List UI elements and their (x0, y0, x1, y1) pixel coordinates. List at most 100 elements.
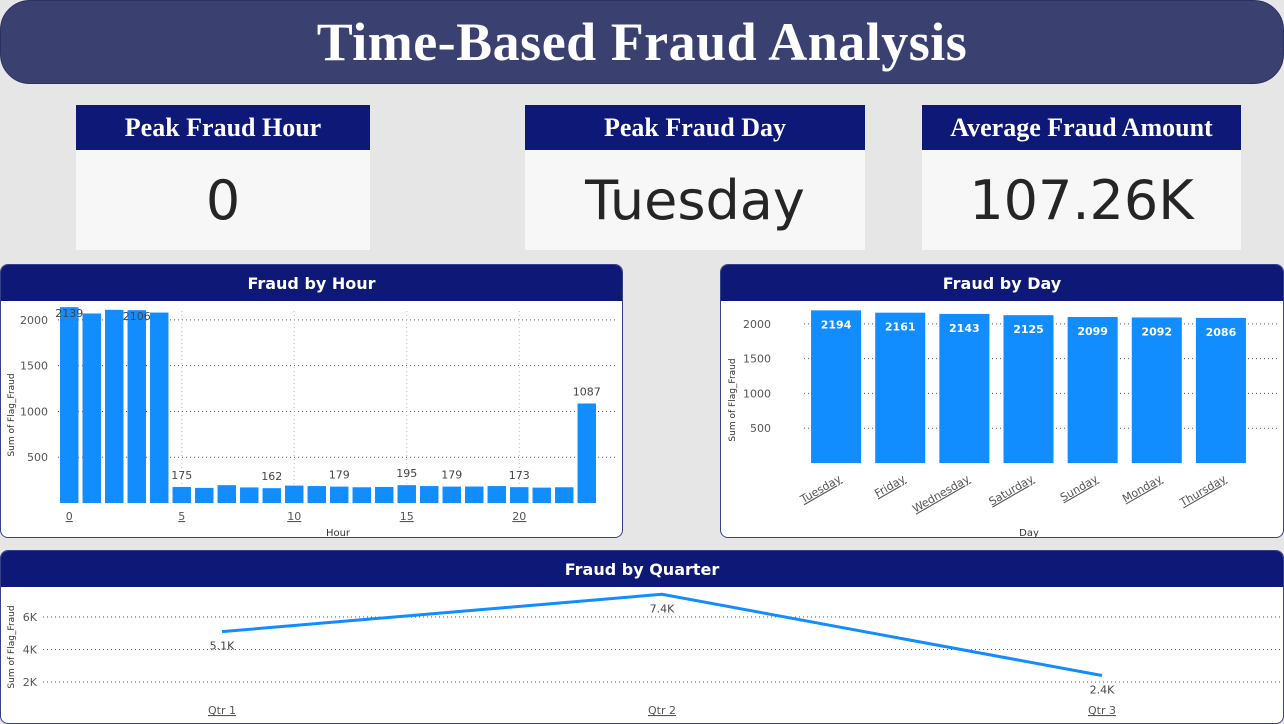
bar (465, 486, 484, 503)
x-tick-label: Saturday (987, 472, 1037, 508)
y-tick-label: 1000 (743, 387, 771, 400)
kpi-value: Tuesday (585, 168, 805, 232)
y-axis-title: Sum of Flag_Fraud (728, 358, 738, 441)
chart-title: Fraud by Quarter (1, 551, 1283, 587)
x-tick-label: 20 (512, 510, 526, 523)
data-label: 2099 (1077, 325, 1108, 338)
y-tick-label: 1000 (20, 405, 48, 418)
data-label: 179 (329, 469, 350, 482)
data-label: 2194 (821, 318, 852, 331)
bar (1195, 317, 1246, 463)
bar (1131, 317, 1182, 463)
data-label: 2086 (1206, 326, 1237, 339)
x-axis-title: Day (1019, 528, 1039, 538)
x-tick-label: Tuesday (797, 472, 844, 506)
fraud-by-hour-chart: 500 1000 1500 2000 0 5 10 15 20 2139 2106 175 162 179… (7, 307, 618, 538)
data-label: 175 (171, 469, 192, 482)
bar (1067, 316, 1118, 463)
kpi-label: Average Fraud Amount (922, 105, 1241, 150)
bar (127, 310, 146, 503)
bar (217, 485, 236, 503)
y-tick-label: 2000 (20, 314, 48, 327)
chart-title: Fraud by Day (721, 265, 1283, 301)
bar (105, 309, 124, 503)
bar (352, 487, 371, 503)
data-label: 2.4K (1090, 684, 1115, 697)
x-tick-label: 5 (178, 510, 185, 523)
y-tick-label: 4K (23, 644, 38, 657)
chart-title: Fraud by Hour (1, 265, 622, 301)
data-label: 2092 (1141, 325, 1172, 338)
data-label: 2161 (885, 321, 916, 334)
data-label: 2125 (1013, 323, 1044, 336)
bar (60, 307, 79, 503)
data-label: 162 (261, 470, 282, 483)
x-tick-label: Friday (872, 472, 908, 500)
bar (555, 487, 574, 503)
x-tick-label: Wednesday (910, 472, 972, 515)
x-tick-label: Thursday (1177, 472, 1229, 510)
y-axis-title: Sum of Flag_Fraud (7, 605, 17, 688)
title-banner: Time-Based Fraud Analysis (0, 0, 1284, 84)
kpi-value: 107.26K (969, 168, 1194, 232)
y-axis-title: Sum of Flag_Fraud (7, 373, 17, 456)
bar (875, 312, 926, 463)
bar (172, 486, 191, 503)
y-tick-label: 500 (27, 451, 48, 464)
x-tick-label: Qtr 2 (648, 704, 676, 717)
y-tick-label: 1500 (20, 360, 48, 373)
bar (442, 486, 461, 503)
bar (487, 486, 506, 503)
y-tick-label: 2000 (743, 318, 771, 331)
bar (285, 485, 304, 503)
y-tick-label: 500 (750, 422, 771, 435)
chart-panel-hour: 500 1000 1500 2000 0 5 10 15 20 2139 2106 175 162 179… (0, 264, 623, 538)
bar (510, 487, 529, 503)
x-tick-label: 15 (400, 510, 414, 523)
data-label: 2139 (55, 307, 83, 320)
data-label: 2106 (123, 310, 151, 323)
x-tick-label: Monday (1120, 472, 1165, 505)
bar (240, 487, 259, 503)
data-label: 1087 (573, 385, 601, 398)
bar (375, 486, 394, 503)
bar (330, 486, 349, 503)
bar (1003, 315, 1054, 463)
kpi-label: Peak Fraud Hour (76, 105, 370, 150)
fraud-by-day-chart: 500 1000 1500 2000 2194 Tuesday 2161 Friday 2143… (728, 310, 1277, 538)
bar (195, 487, 214, 503)
kpi-card-peak-day: Peak Fraud Day Tuesday (525, 105, 865, 250)
chart-panel-quarter: 2K 4K 6K 5.1K Qtr 1 7.4K Qtr 2 2.4K Qtr 3 Sum of … (0, 550, 1284, 724)
y-tick-label: 1500 (743, 353, 771, 366)
data-label: 173 (509, 469, 530, 482)
kpi-value: 0 (205, 168, 241, 232)
x-tick-label: 0 (66, 510, 73, 523)
x-axis-title: Hour (326, 528, 351, 538)
bar (150, 312, 169, 503)
bar (262, 488, 281, 503)
bar (577, 403, 596, 503)
kpi-label: Peak Fraud Day (525, 105, 865, 150)
x-tick-label: Qtr 3 (1088, 704, 1116, 717)
data-label: 5.1K (210, 640, 235, 653)
x-tick-label: Qtr 1 (208, 704, 236, 717)
data-label: 179 (441, 469, 462, 482)
page-title: Time-Based Fraud Analysis (316, 12, 968, 72)
y-tick-label: 6K (23, 611, 38, 624)
bar (307, 486, 326, 503)
bar (420, 486, 439, 503)
bar (397, 485, 416, 503)
bar (811, 310, 862, 463)
y-tick-label: 2K (23, 676, 38, 689)
data-label: 195 (396, 467, 417, 480)
x-tick-label: 10 (287, 510, 301, 523)
bar (532, 487, 551, 503)
data-label: 7.4K (650, 602, 675, 615)
bar (82, 313, 101, 503)
data-label: 2143 (949, 322, 980, 335)
kpi-card-average-amount: Average Fraud Amount 107.26K (922, 105, 1241, 250)
x-tick-label: Sunday (1058, 472, 1101, 504)
chart-panel-day: 500 1000 1500 2000 2194 Tuesday 2161 Friday 2143… (720, 264, 1284, 538)
bar (939, 313, 990, 463)
kpi-card-peak-hour: Peak Fraud Hour 0 (76, 105, 370, 250)
